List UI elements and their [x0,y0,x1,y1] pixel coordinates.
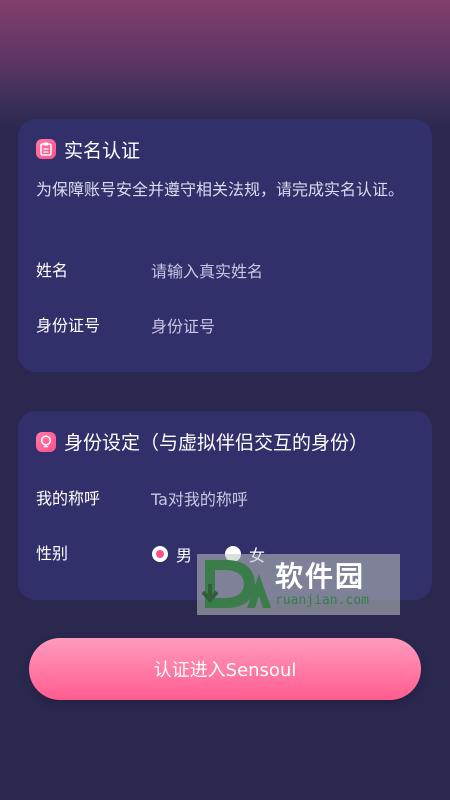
submit-button[interactable]: 认证进入Sensoul [29,638,421,700]
gender-option-male[interactable]: 男 [152,543,192,565]
id-number-input[interactable] [151,312,401,340]
realname-card: 实名认证 为保障账号安全并遵守相关法规，请完成实名认证。 姓名 身份证号 [18,119,432,372]
realname-title: 实名认证 [64,140,141,162]
header-gradient [0,0,450,130]
bulb-icon [36,432,56,452]
radio-checked-icon [152,546,168,562]
watermark: 软件园 ruanjian.com [197,554,400,615]
id-number-label: 身份证号 [36,316,101,335]
watermark-brand: 软件园 [275,559,366,593]
gender-label: 性别 [36,544,69,563]
nickname-input[interactable] [151,485,401,513]
clipboard-icon [36,139,56,159]
name-input[interactable] [151,257,401,285]
gender-male-label: 男 [176,546,193,565]
identity-title: 身份设定（与虚拟伴侣交互的身份） [64,432,369,454]
watermark-url: ruanjian.com [275,592,369,608]
name-label: 姓名 [36,261,69,280]
realname-description: 为保障账号安全并遵守相关法规，请完成实名认证。 [36,180,405,199]
nickname-label: 我的称呼 [36,489,101,508]
watermark-logo-icon [197,554,275,615]
